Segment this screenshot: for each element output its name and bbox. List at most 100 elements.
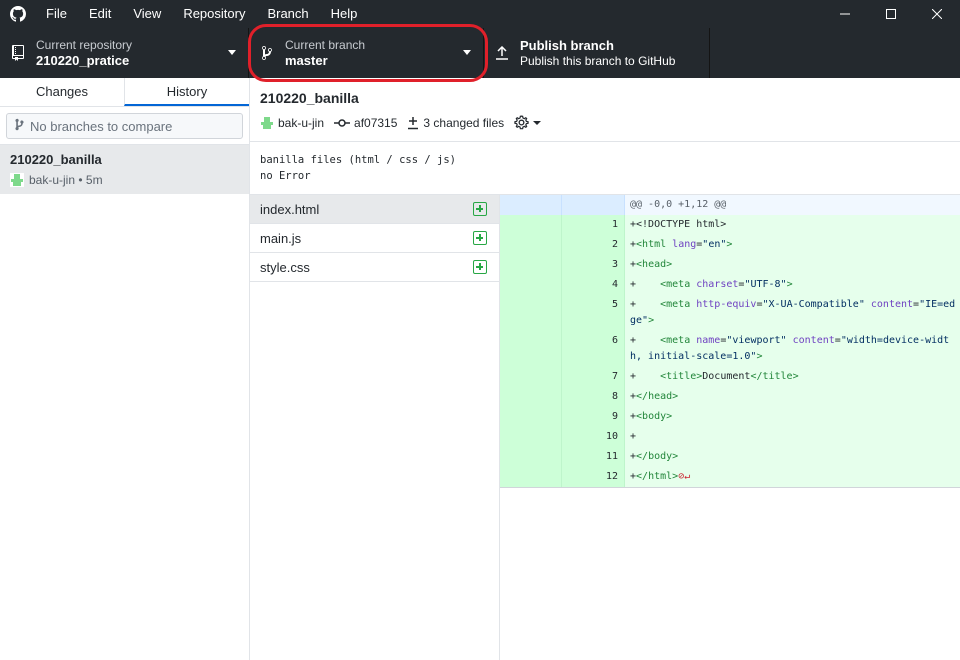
branch-label: Current branch [285, 37, 366, 52]
diff-code: + [625, 427, 960, 447]
line-number: 6 [562, 331, 625, 367]
diff-code: + <meta name="viewport" content="width=d… [625, 331, 960, 367]
repository-name: 210220_pratice [36, 52, 130, 68]
diff-code: +<!DOCTYPE html> [625, 215, 960, 235]
repository-label: Current repository [36, 37, 133, 52]
commit-author: bak-u-jin [260, 116, 324, 130]
line-number: 12 [562, 467, 625, 487]
diff-code: +</head> [625, 387, 960, 407]
changed-files: 3 changed files [407, 116, 504, 130]
compare-section: No branches to compare [0, 107, 249, 145]
repo-icon [0, 45, 36, 61]
menu-branch[interactable]: Branch [256, 0, 319, 28]
diff-line[interactable]: 8 +</head> [500, 387, 960, 407]
diff-line[interactable]: 10 + [500, 427, 960, 447]
file-name: main.js [260, 230, 302, 246]
line-number: 9 [562, 407, 625, 427]
diff-line[interactable]: 11 +</body> [500, 447, 960, 467]
publish-title: Publish branch [520, 37, 614, 53]
upload-icon [484, 46, 520, 60]
line-number: 3 [562, 255, 625, 275]
file-added-icon [473, 202, 487, 216]
diff-code: + <title>Document</title> [625, 367, 960, 387]
line-number: 10 [562, 427, 625, 447]
publish-subtitle: Publish this branch to GitHub [520, 53, 676, 68]
diff-icon [408, 116, 419, 129]
current-repository-button[interactable]: Current repository 210220_pratice [0, 28, 249, 78]
author-name: bak-u-jin [278, 115, 325, 130]
branch-compare-input[interactable]: No branches to compare [6, 113, 243, 139]
file-name: index.html [260, 201, 320, 217]
changed-files-count: 3 changed files [423, 115, 505, 130]
current-branch-button[interactable]: Current branch master [249, 28, 484, 78]
commit-sha[interactable]: af07315 [334, 116, 397, 130]
no-newline-icon: ⊘↵ [678, 471, 691, 482]
diff-line[interactable]: 1 +<!DOCTYPE html> [500, 215, 960, 235]
diff-code: + <meta http-equiv="X-UA-Compatible" con… [625, 295, 960, 331]
diff-view: @@ -0,0 +1,12 @@ 1 +<!DOCTYPE html> 2 +<… [500, 195, 960, 488]
diff-code: + <meta charset="UTF-8"> [625, 275, 960, 295]
diff-settings-button[interactable] [514, 115, 545, 130]
sidebar-tabs: Changes History [0, 78, 249, 107]
commit-header: 210220_banilla bak-u-jin af07315 3 chang… [250, 78, 960, 142]
file-item-index-html[interactable]: index.html [250, 195, 499, 224]
line-number: 11 [562, 447, 625, 467]
menu-help[interactable]: Help [320, 0, 369, 28]
diff-line[interactable]: 2 +<html lang="en"> [500, 235, 960, 255]
diff-line[interactable]: 6 + <meta name="viewport" content="width… [500, 331, 960, 367]
close-button[interactable] [914, 0, 960, 28]
commit-icon [334, 118, 351, 127]
compare-placeholder: No branches to compare [30, 118, 173, 134]
commit-item-title: 210220_banilla [10, 152, 102, 167]
line-number: 2 [562, 235, 625, 255]
file-item-style-css[interactable]: style.css [250, 253, 499, 282]
diff-code: +<body> [625, 407, 960, 427]
diff-line[interactable]: 12 +</html>⊘↵ [500, 467, 960, 488]
diff-line[interactable]: 7 + <title>Document</title> [500, 367, 960, 387]
file-added-icon [473, 231, 487, 245]
commit-description: banilla files (html / css / js) no Error [250, 142, 960, 195]
menu-repository[interactable]: Repository [172, 0, 256, 28]
menu-view[interactable]: View [122, 0, 172, 28]
branch-icon [15, 118, 24, 134]
diff-line[interactable]: 9 +<body> [500, 407, 960, 427]
sha-value: af07315 [354, 115, 398, 130]
tab-changes[interactable]: Changes [0, 78, 124, 106]
file-name: style.css [260, 259, 310, 275]
diff-line[interactable]: 4 + <meta charset="UTF-8"> [500, 275, 960, 295]
description-line: no Error [260, 170, 311, 182]
commit-list-item[interactable]: 210220_banilla bak-u-jin • 5m [0, 145, 249, 194]
chevron-down-icon [463, 50, 471, 55]
diff-hunk-header: @@ -0,0 +1,12 @@ [500, 195, 960, 215]
description-line: banilla files (html / css / js) [260, 154, 456, 166]
gear-icon [514, 115, 529, 130]
avatar [10, 173, 24, 187]
avatar [261, 116, 273, 129]
tab-history[interactable]: History [124, 78, 249, 106]
menu-file[interactable]: File [36, 0, 78, 28]
diff-code: +<head> [625, 255, 960, 275]
diff-code: +</html>⊘↵ [625, 467, 960, 487]
menu-edit[interactable]: Edit [78, 0, 122, 28]
diff-line[interactable]: 5 + <meta http-equiv="X-UA-Compatible" c… [500, 295, 960, 331]
line-number: 5 [562, 295, 625, 331]
diff-code: +</body> [625, 447, 960, 467]
branch-name: master [285, 52, 328, 68]
line-number: 4 [562, 275, 625, 295]
chevron-down-icon [228, 50, 236, 55]
line-number: 1 [562, 215, 625, 235]
chevron-down-icon [533, 120, 542, 125]
title-bar: File Edit View Repository Branch Help [0, 0, 960, 28]
file-item-main-js[interactable]: main.js [250, 224, 499, 253]
sidebar: Changes History No branches to compare 2… [0, 78, 250, 660]
maximize-button[interactable] [868, 0, 914, 28]
toolbar: Current repository 210220_pratice Curren… [0, 28, 960, 78]
menu-bar: File Edit View Repository Branch Help [36, 0, 368, 28]
changed-file-list: index.html main.js style.css [250, 195, 500, 660]
diff-line[interactable]: 3 +<head> [500, 255, 960, 275]
diff-code: +<html lang="en"> [625, 235, 960, 255]
main-panel: 210220_banilla bak-u-jin af07315 3 chang… [250, 78, 960, 660]
branch-icon [249, 45, 285, 61]
publish-branch-button[interactable]: Publish branch Publish this branch to Gi… [484, 28, 710, 78]
minimize-button[interactable] [822, 0, 868, 28]
